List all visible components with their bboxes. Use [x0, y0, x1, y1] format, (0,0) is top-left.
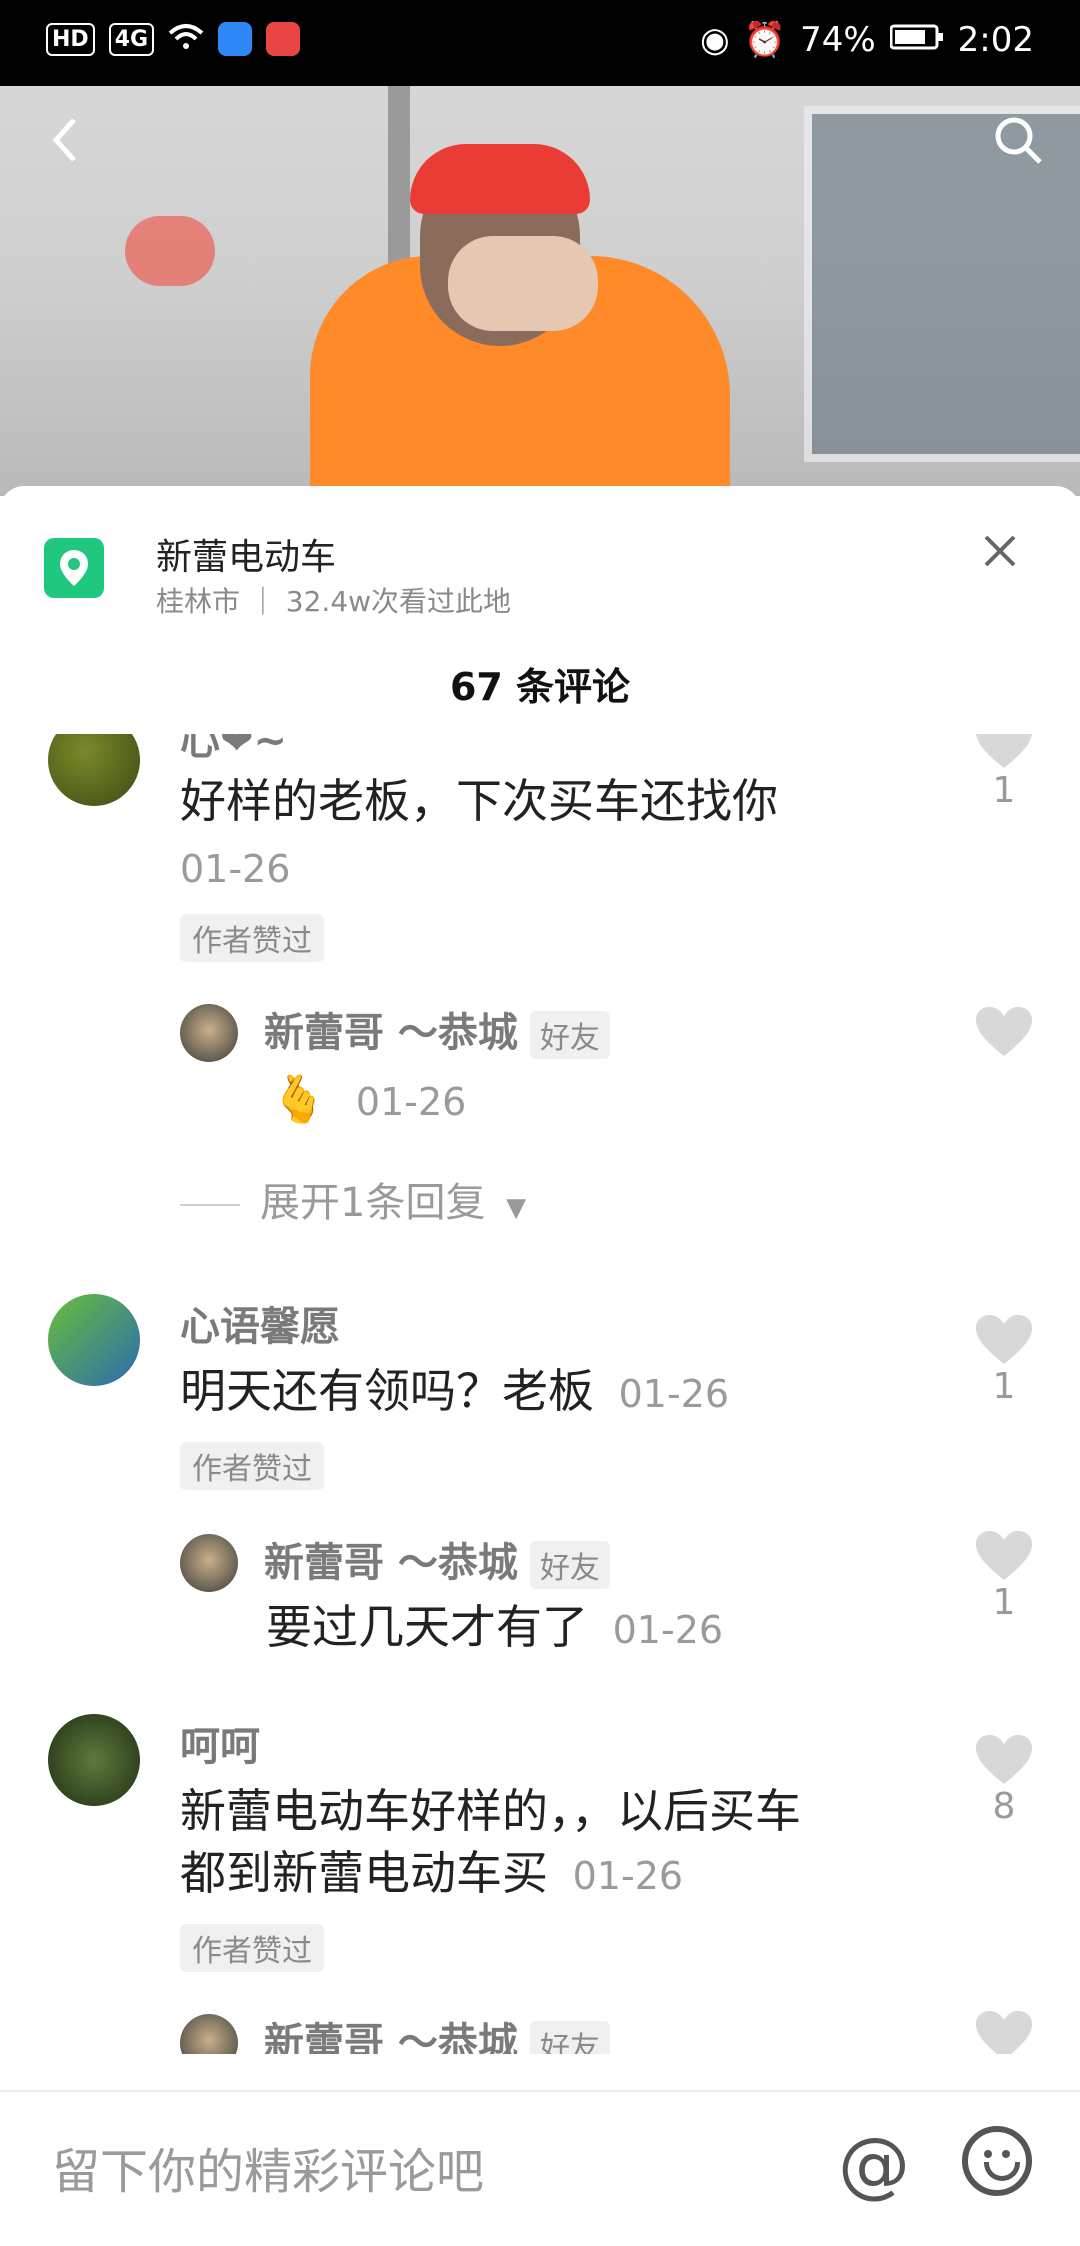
battery-percent: 74% — [800, 20, 876, 60]
app-icon — [266, 22, 301, 56]
comments-count: 67 条评论 — [449, 665, 631, 709]
avatar[interactable] — [180, 2014, 238, 2054]
like-button[interactable]: 1 — [974, 1314, 1034, 1407]
comment-item: 呵呵 新蕾电动车好样的，，以后买车 都到新蕾电动车买 01-26 作者赞过 8 … — [0, 1714, 1080, 2054]
background-lantern — [125, 216, 215, 286]
close-icon — [984, 535, 1016, 567]
reply-date: 01-26 — [355, 1080, 467, 1124]
like-button[interactable] — [974, 1006, 1034, 1058]
location-subtitle: 桂林市 ｜ 32.4w次看过此地 — [156, 585, 512, 618]
like-count: 1 — [992, 770, 1016, 811]
like-count: 1 — [992, 1366, 1016, 1407]
reply-username[interactable]: 新蕾哥 ～恭城 好友 — [264, 2010, 610, 2054]
clock-time: 2:02 — [957, 20, 1034, 60]
friend-tag: 好友 — [529, 1541, 610, 1589]
search-button[interactable] — [990, 112, 1046, 168]
person-hat — [410, 144, 590, 214]
battery-icon — [889, 20, 944, 60]
comment-text: 好样的老板，下次买车还找你 — [180, 774, 778, 828]
map-pin-icon — [44, 538, 104, 598]
comment-input[interactable]: 留下你的精彩评论吧 — [52, 2132, 484, 2202]
comment-date: 01-26 — [618, 1372, 730, 1416]
status-bar: HD 4G ◉ ⏰ 74% 2:02 — [0, 0, 1080, 86]
author-liked-tag: 作者赞过 — [180, 914, 324, 962]
comments-list[interactable]: 心❤~ 好样的老板，下次买车还找你 01-26 作者赞过 1 新蕾哥 ～恭城 好友… — [0, 734, 1080, 2054]
like-count: 1 — [992, 1582, 1016, 1623]
reply-emoji: 🫰 — [270, 1072, 328, 1126]
network-badge: 4G — [108, 22, 155, 56]
emoji-mouth — [984, 2162, 1020, 2181]
author-liked-tag: 作者赞过 — [180, 1442, 324, 1490]
comment-text: 明天还有领吗？老板 01-26 — [180, 1364, 730, 1418]
like-button[interactable]: 1 — [974, 1530, 1034, 1623]
comment-date: 01-26 — [180, 847, 291, 891]
chevron-left-icon — [52, 118, 76, 162]
friend-tag: 好友 — [529, 2021, 610, 2054]
avatar[interactable] — [180, 1534, 238, 1592]
hd-badge: HD — [46, 22, 95, 56]
comment-username[interactable]: 呵呵 — [180, 1714, 260, 1772]
heart-icon — [976, 734, 1032, 768]
comment-input-bar: 留下你的精彩评论吧 @ — [0, 2090, 1080, 2246]
alarm-icon: ⏰ — [743, 20, 787, 60]
location-title: 新蕾电动车 — [156, 537, 337, 578]
like-button[interactable] — [974, 2010, 1034, 2054]
heart-icon — [976, 1315, 1032, 1364]
friend-tag: 好友 — [529, 1011, 610, 1059]
comment-username[interactable]: 心语馨愿 — [180, 1294, 340, 1352]
heart-icon — [976, 1007, 1032, 1056]
comment-item: 心语馨愿 明天还有领吗？老板 01-26 作者赞过 1 新蕾哥 ～恭城 好友 要过… — [0, 1294, 1080, 1714]
reply-username[interactable]: 新蕾哥 ～恭城 好友 — [264, 1530, 610, 1589]
heart-icon — [976, 2011, 1032, 2054]
eye-icon: ◉ — [700, 20, 730, 60]
close-button[interactable] — [972, 526, 1028, 582]
comment-date: 01-26 — [572, 1854, 684, 1898]
comment-item: 心❤~ 好样的老板，下次买车还找你 01-26 作者赞过 1 新蕾哥 ～恭城 好友… — [0, 734, 1080, 1314]
like-button[interactable]: 1 — [974, 734, 1034, 811]
comments-sheet: 新蕾电动车 桂林市 ｜ 32.4w次看过此地 67 条评论 心❤~ 好样的老板，… — [0, 486, 1080, 2244]
at-icon[interactable]: @ — [838, 2122, 910, 2206]
video-preview[interactable] — [0, 86, 1080, 496]
back-button[interactable] — [40, 112, 96, 168]
wifi-icon — [168, 23, 204, 55]
search-icon — [995, 117, 1042, 164]
heart-icon — [976, 1531, 1032, 1580]
reply-date: 01-26 — [612, 1608, 724, 1652]
comment-text-line1: 新蕾电动车好样的，，以后买车 — [180, 1784, 801, 1838]
reply-username[interactable]: 新蕾哥 ～恭城 好友 — [264, 1000, 610, 1059]
avatar[interactable] — [48, 1714, 140, 1806]
like-button[interactable]: 8 — [974, 1734, 1034, 1827]
reply-text: 🫰 01-26 — [270, 1068, 466, 1133]
reply-text: 要过几天才有了 01-26 — [266, 1600, 724, 1654]
like-count: 8 — [992, 1786, 1016, 1827]
emoji-icon[interactable] — [962, 2126, 1032, 2196]
app-icon — [218, 22, 253, 56]
heart-icon — [976, 1735, 1032, 1784]
location-row[interactable]: 新蕾电动车 桂林市 ｜ 32.4w次看过此地 — [0, 486, 1080, 626]
avatar[interactable] — [48, 1294, 140, 1386]
comment-username[interactable]: 心❤~ — [180, 734, 287, 766]
avatar[interactable] — [180, 1004, 238, 1062]
author-liked-tag: 作者赞过 — [180, 1924, 324, 1972]
chevron-down-icon: ▼ — [506, 1193, 527, 1223]
comment-text: 都到新蕾电动车买 01-26 — [180, 1846, 684, 1900]
avatar[interactable] — [48, 734, 140, 806]
divider-line — [180, 1204, 240, 1206]
expand-replies-button[interactable]: 展开1条回复 ▼ — [180, 1170, 526, 1228]
person-mask — [448, 236, 598, 331]
